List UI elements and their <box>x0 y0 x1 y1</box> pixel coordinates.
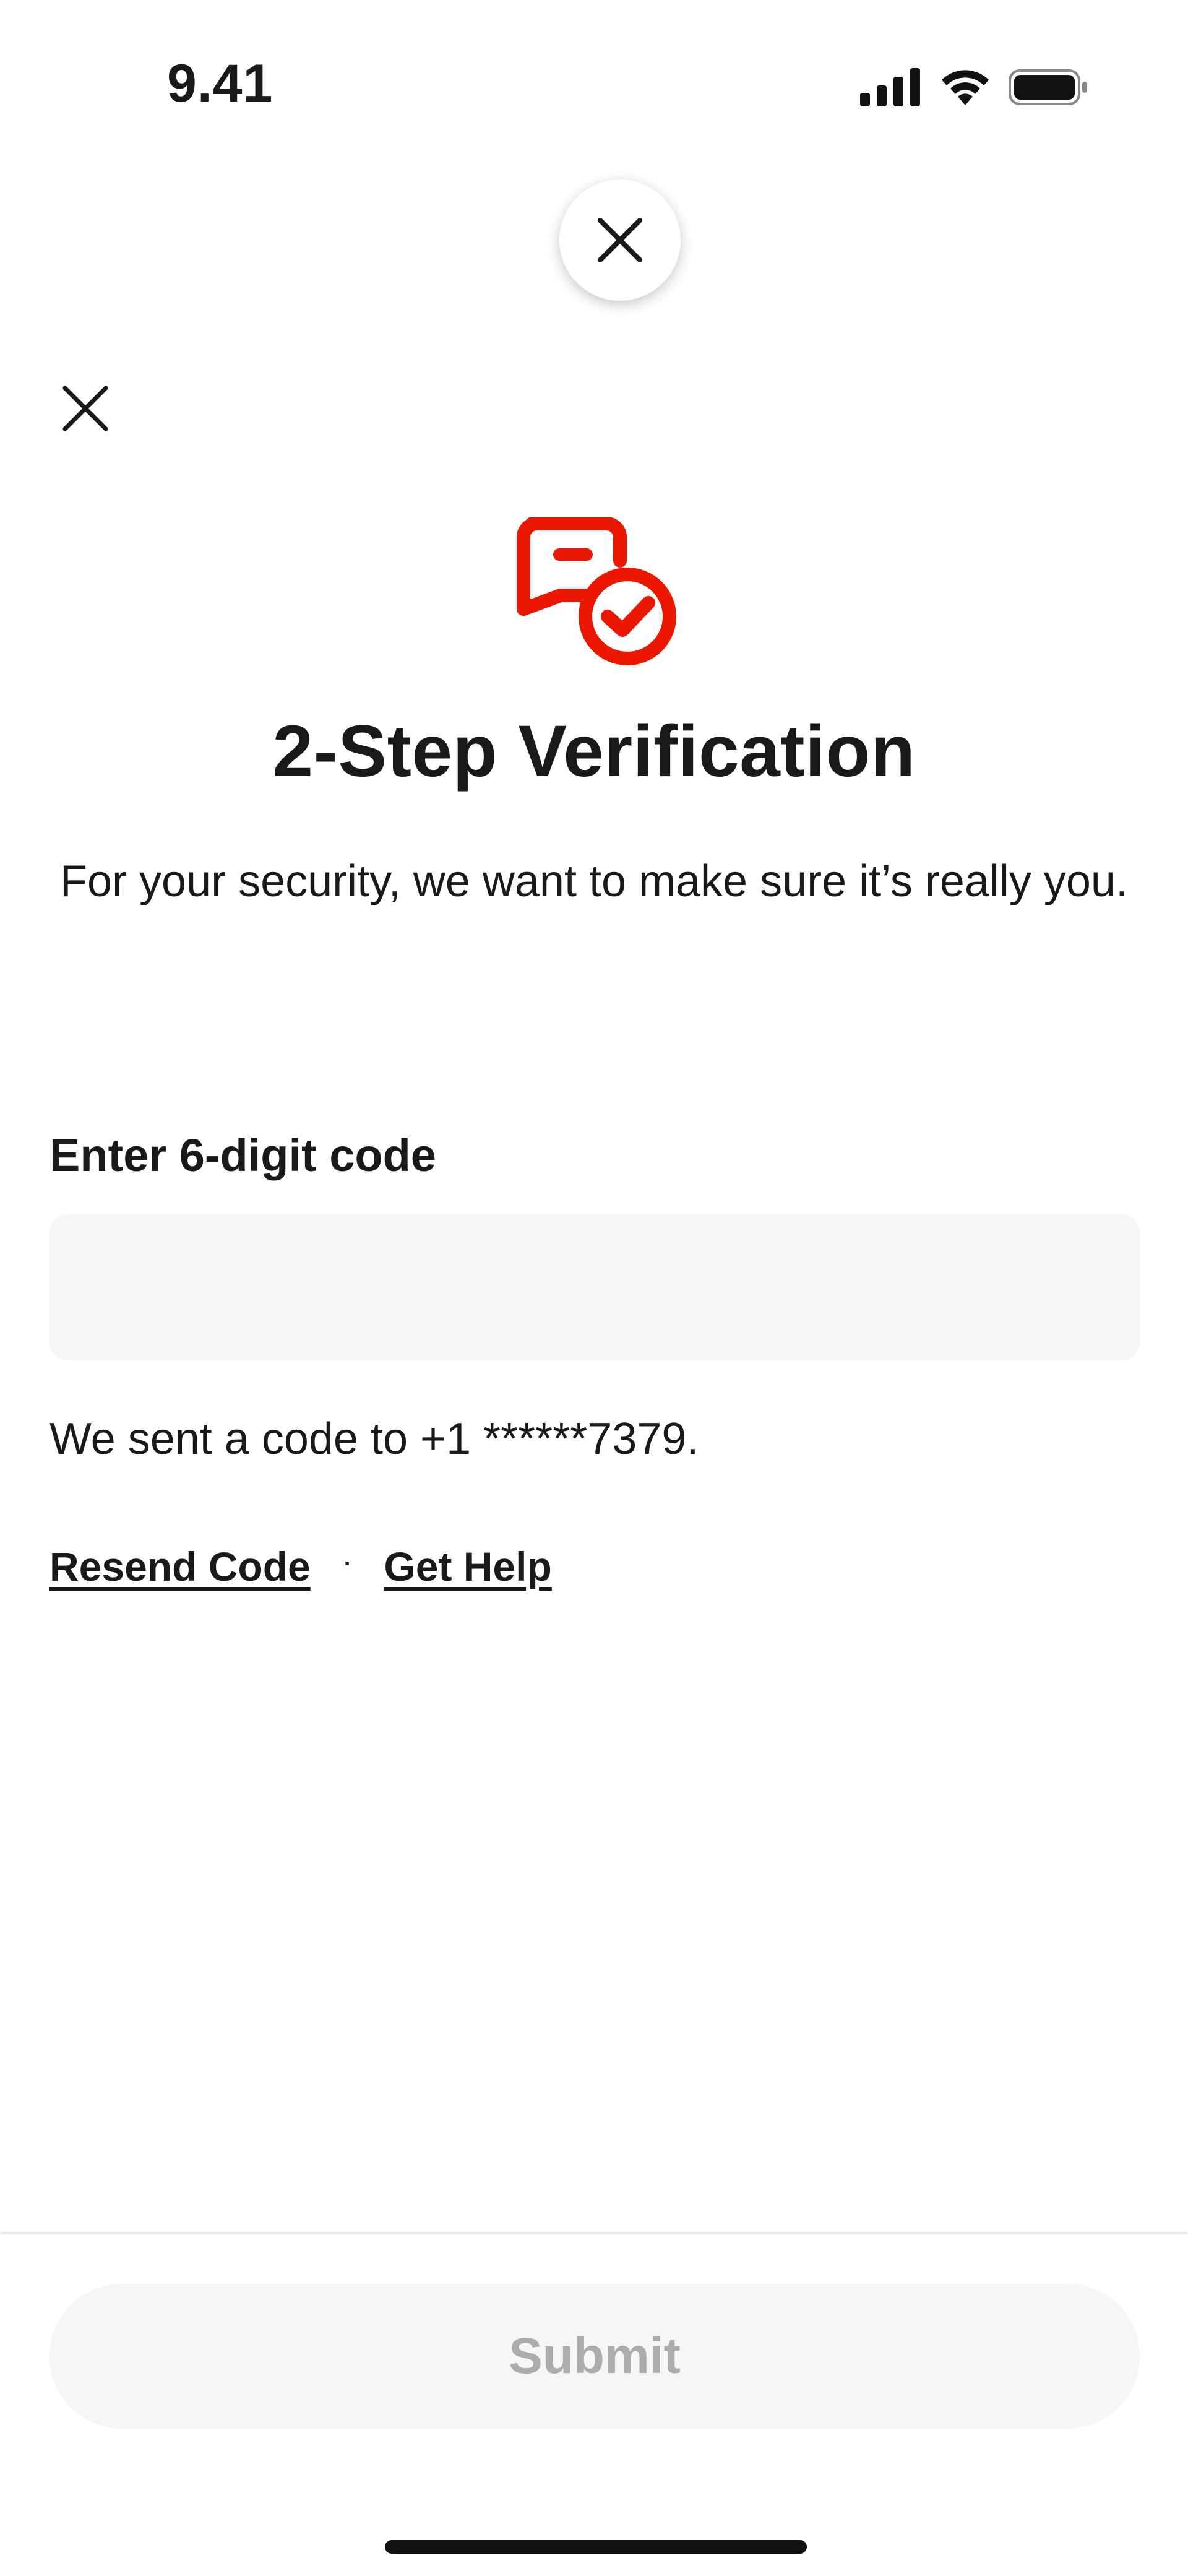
status-time: 9.41 <box>167 54 273 113</box>
verification-screen: 9.41 2-Step Verification For your securi… <box>0 0 1188 2576</box>
cellular-signal-icon <box>860 68 920 106</box>
close-icon <box>598 218 642 262</box>
battery-icon <box>1009 69 1087 105</box>
wifi-icon <box>942 70 989 105</box>
code-sent-message: We sent a code to +1 ******7379. <box>50 1414 699 1464</box>
home-indicator <box>385 2540 807 2554</box>
get-help-link[interactable]: Get Help <box>384 1542 551 1591</box>
submit-button[interactable]: Submit <box>50 2284 1140 2429</box>
page-subtitle: For your security, we want to make sure … <box>60 857 1128 906</box>
help-links: Resend Code · Get Help <box>50 1541 552 1591</box>
page-title: 2-Step Verification <box>272 711 916 792</box>
chat-bubble-check-icon <box>511 517 684 669</box>
resend-code-link[interactable]: Resend Code <box>50 1542 311 1591</box>
code-field-label: Enter 6-digit code <box>50 1130 436 1181</box>
dismiss-sheet-button[interactable] <box>559 179 681 301</box>
status-icons <box>860 66 1089 109</box>
link-separator: · <box>341 1541 353 1580</box>
close-button[interactable] <box>56 379 115 438</box>
footer-divider <box>0 2232 1188 2234</box>
code-input[interactable] <box>50 1214 1140 1360</box>
close-icon <box>62 386 108 431</box>
